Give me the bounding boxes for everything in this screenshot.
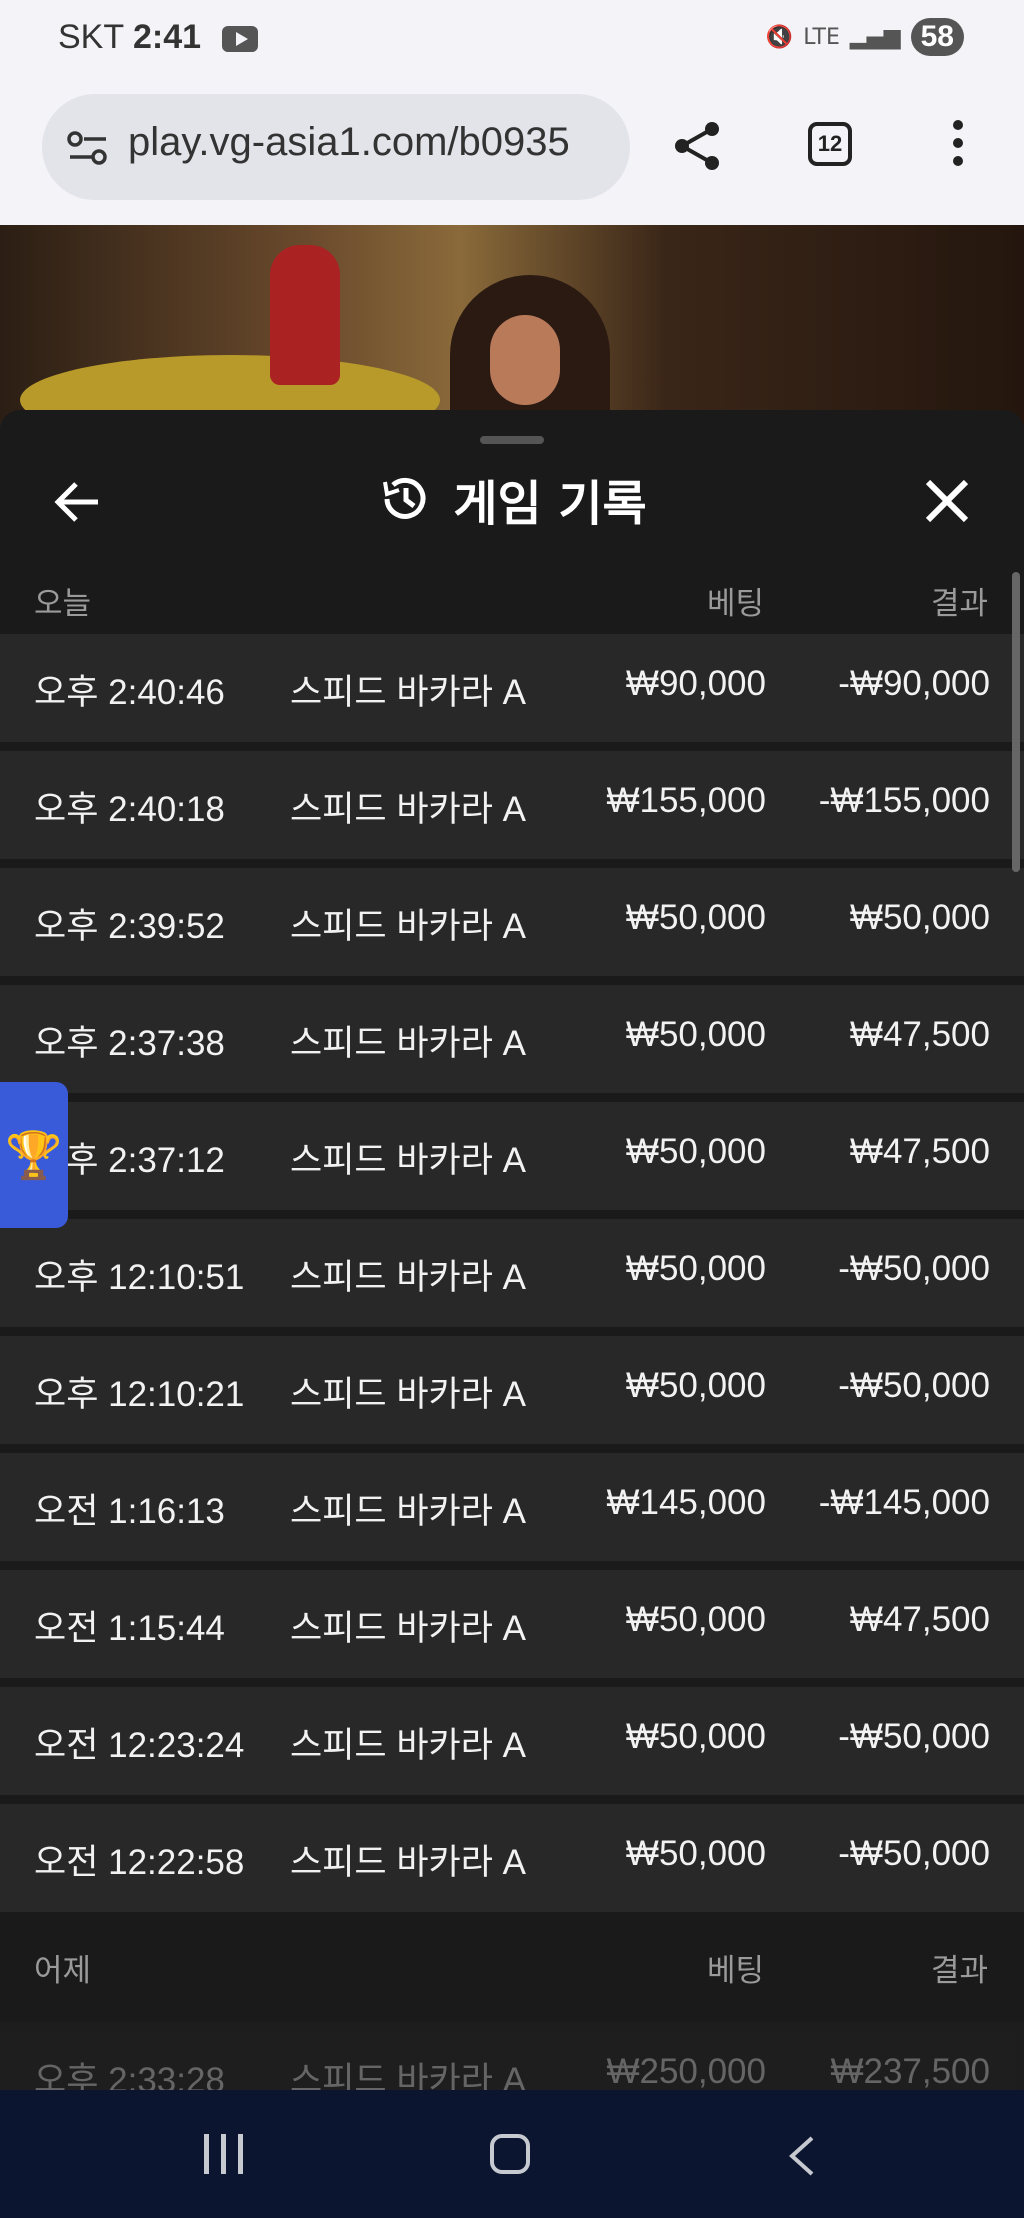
row-bet: ₩50,000 <box>625 1600 766 1639</box>
close-icon[interactable] <box>922 476 972 526</box>
row-bet: ₩50,000 <box>625 1717 766 1756</box>
row-bet: ₩50,000 <box>625 1132 766 1171</box>
table-row[interactable]: 오전 12:23:24 스피드 바카라 A ₩50,000 -₩50,000 <box>0 1687 1024 1795</box>
row-game: 스피드 바카라 A <box>290 1375 526 1414</box>
mute-icon: 🔇 <box>765 24 794 50</box>
row-time: 오후 2:33:28 <box>34 2061 225 2090</box>
navigation-bar <box>0 2090 1024 2218</box>
status-bar: SKT 2:41 🔇 LTE ▂▄▆ 58 <box>0 0 1024 80</box>
row-result: -₩90,000 <box>838 664 990 703</box>
row-time: 오후 2:40:18 <box>34 790 225 829</box>
result-column-header: 결과 <box>930 1953 988 1989</box>
row-time: 오전 12:23:24 <box>34 1726 245 1765</box>
row-bet: ₩90,000 <box>625 664 766 703</box>
bet-column-header: 베팅 <box>706 586 764 622</box>
row-bet: ₩50,000 <box>625 1015 766 1054</box>
row-game: 스피드 바카라 A <box>290 673 526 712</box>
table-row[interactable]: 오후 12:10:51 스피드 바카라 A ₩50,000 -₩50,000 <box>0 1219 1024 1327</box>
table-row[interactable]: 오전 1:15:44 스피드 바카라 A ₩50,000 ₩47,500 <box>0 1570 1024 1678</box>
table-row[interactable]: 오후 2:39:52 스피드 바카라 A ₩50,000 ₩50,000 <box>0 868 1024 976</box>
url-text[interactable]: play.vg-asia1.com/b0935 <box>128 120 570 165</box>
section-day: 오늘 <box>34 586 92 622</box>
row-time: 오후 12:10:21 <box>34 1375 245 1414</box>
row-result: ₩50,000 <box>849 898 990 937</box>
section-day: 어제 <box>34 1953 92 1989</box>
row-time: 오후 2:37:38 <box>34 1024 225 1063</box>
history-icon <box>383 477 426 519</box>
home-button[interactable] <box>490 2134 530 2174</box>
row-result: -₩50,000 <box>838 1717 990 1756</box>
row-result: -₩145,000 <box>818 1483 990 1522</box>
row-result: ₩237,500 <box>830 2052 990 2090</box>
lte-label: LTE <box>803 24 840 50</box>
row-result: -₩155,000 <box>818 781 990 820</box>
table-row[interactable]: 오전 12:22:58 스피드 바카라 A ₩50,000 -₩50,000 <box>0 1804 1024 1912</box>
scrollbar[interactable] <box>1012 572 1020 872</box>
row-bet: ₩50,000 <box>625 1366 766 1405</box>
drag-handle[interactable] <box>480 436 544 444</box>
carrier-time: SKT 2:41 <box>58 18 201 57</box>
row-time: 오전 12:22:58 <box>34 1843 245 1882</box>
table-row[interactable]: 오후 2:33:28 스피드 바카라 A ₩250,000 ₩237,500 <box>0 2022 1024 2090</box>
table-row[interactable]: 오후 2:40:18 스피드 바카라 A ₩155,000 -₩155,000 <box>0 751 1024 859</box>
battery-badge: 58 <box>910 18 964 56</box>
table-row[interactable]: 오후 12:10:21 스피드 바카라 A ₩50,000 -₩50,000 <box>0 1336 1024 1444</box>
row-time: 오전 1:15:44 <box>34 1609 225 1648</box>
row-game: 스피드 바카라 A <box>290 1024 526 1063</box>
row-bet: ₩50,000 <box>625 1249 766 1288</box>
dealer-figure <box>270 245 340 385</box>
result-column-header: 결과 <box>930 586 988 622</box>
row-game: 스피드 바카라 A <box>290 1609 526 1648</box>
bet-column-header: 베팅 <box>706 1953 764 1989</box>
row-time: 오후 12:10:51 <box>34 1258 245 1297</box>
row-game: 스피드 바카라 A <box>290 790 526 829</box>
row-time: 오전 1:16:13 <box>34 1492 225 1531</box>
back-nav-icon[interactable] <box>782 2134 822 2178</box>
row-bet: ₩50,000 <box>625 898 766 937</box>
row-result: -₩50,000 <box>838 1366 990 1405</box>
youtube-notification-icon <box>222 26 258 52</box>
url-bar[interactable]: play.vg-asia1.com/b0935 <box>42 94 630 200</box>
row-game: 스피드 바카라 A <box>290 1843 526 1882</box>
table-row[interactable]: 오전 1:16:13 스피드 바카라 A ₩145,000 -₩145,000 <box>0 1453 1024 1561</box>
share-icon[interactable] <box>670 118 726 174</box>
trophy-icon[interactable]: 🏆 <box>0 1082 68 1228</box>
row-result: -₩50,000 <box>838 1249 990 1288</box>
row-game: 스피드 바카라 A <box>290 2061 526 2090</box>
row-game: 스피드 바카라 A <box>290 1141 526 1180</box>
game-history-panel: 게임 기록 오늘 베팅 결과 오후 2:40:46 스피드 바카라 A ₩90,00… <box>0 410 1024 2090</box>
site-settings-icon[interactable] <box>66 130 110 166</box>
panel-title-text: 게임 기록 <box>453 476 647 532</box>
row-game: 스피드 바카라 A <box>290 1492 526 1531</box>
row-result: ₩47,500 <box>849 1132 990 1171</box>
row-result: ₩47,500 <box>849 1015 990 1054</box>
carrier: SKT <box>58 18 124 56</box>
row-result: ₩47,500 <box>849 1600 990 1639</box>
row-game: 스피드 바카라 A <box>290 1726 526 1765</box>
table-row[interactable]: 오후 2:37:38 스피드 바카라 A ₩50,000 ₩47,500 <box>0 985 1024 1093</box>
status-icons: 🔇 LTE ▂▄▆ 58 <box>766 18 964 56</box>
row-result: -₩50,000 <box>838 1834 990 1873</box>
row-bet: ₩250,000 <box>606 2052 766 2090</box>
row-game: 스피드 바카라 A <box>290 1258 526 1297</box>
row-bet: ₩50,000 <box>625 1834 766 1873</box>
section-header-today: 오늘 베팅 결과 <box>0 570 1024 626</box>
browser-toolbar: play.vg-asia1.com/b0935 12 <box>0 80 1024 225</box>
row-bet: ₩155,000 <box>606 781 766 820</box>
panel-title: 게임 기록 <box>0 464 1024 534</box>
more-vert-icon[interactable] <box>946 120 970 174</box>
history-list: 오후 2:40:46 스피드 바카라 A ₩90,000 -₩90,000 오후 2:4… <box>0 634 1024 1921</box>
signal-icon: ▂▄▆ <box>849 24 901 50</box>
table-row[interactable]: 오후 2:40:46 스피드 바카라 A ₩90,000 -₩90,000 <box>0 634 1024 742</box>
row-time: 오후 2:40:46 <box>34 673 225 712</box>
recents-button[interactable] <box>204 2134 243 2174</box>
table-row[interactable]: 오후 2:37:12 스피드 바카라 A ₩50,000 ₩47,500 <box>0 1102 1024 1210</box>
section-header-yesterday: 어제 베팅 결과 <box>0 1937 1024 1993</box>
dealer-face <box>490 315 560 405</box>
clock: 2:41 <box>132 18 202 56</box>
row-game: 스피드 바카라 A <box>290 907 526 946</box>
tab-switcher-button[interactable]: 12 <box>808 122 852 166</box>
row-bet: ₩145,000 <box>606 1483 766 1522</box>
row-time: 오후 2:39:52 <box>34 907 225 946</box>
